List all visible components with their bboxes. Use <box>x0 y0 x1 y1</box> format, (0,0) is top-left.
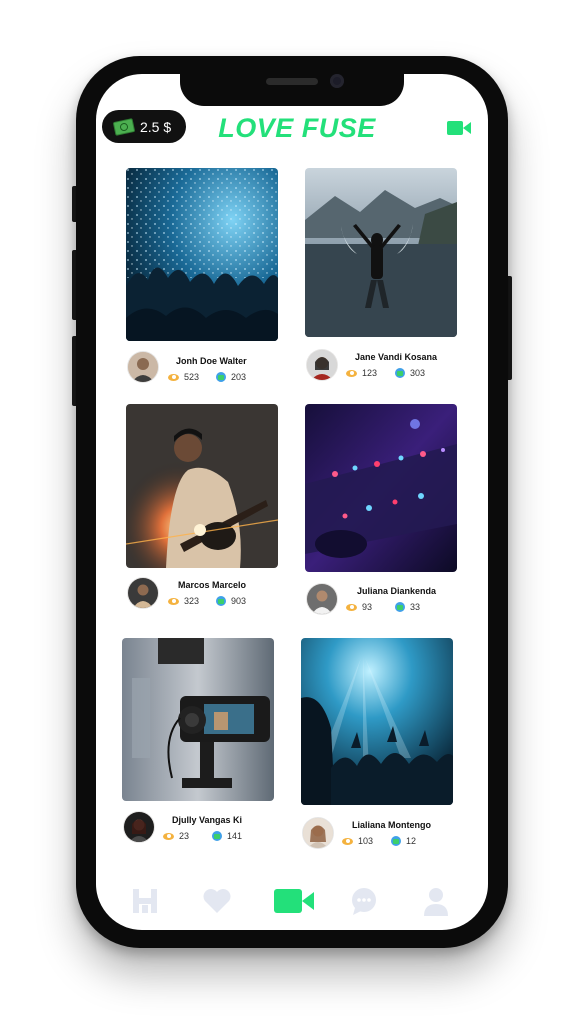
heart-icon <box>203 889 231 913</box>
eye-icon <box>346 603 357 611</box>
nav-messages[interactable] <box>347 884 381 918</box>
views-value: 323 <box>184 596 200 606</box>
views-count: 523 <box>168 372 199 382</box>
eye-icon <box>346 369 357 377</box>
streamer-name: Lialiana Montengo <box>352 820 432 830</box>
views-count: 123 <box>346 368 377 378</box>
streamer-name: Djully Vangas Ki <box>172 815 243 825</box>
stream-card[interactable]: Jonh Doe Walter 523 203 <box>126 168 278 388</box>
gifts-value: 903 <box>231 596 247 606</box>
stream-thumbnail-video-camera[interactable] <box>122 638 274 801</box>
earpiece-speaker <box>266 78 318 85</box>
profile-icon <box>424 888 448 916</box>
gifts-value: 303 <box>410 368 426 378</box>
nav-home[interactable] <box>128 884 162 918</box>
views-count: 323 <box>168 596 199 606</box>
gift-icon <box>216 372 226 382</box>
balance-value: 2.5 $ <box>140 118 172 135</box>
stream-card[interactable]: Djully Vangas Ki 23 141 <box>122 638 274 844</box>
gift-icon <box>391 836 401 846</box>
eye-icon <box>168 373 179 381</box>
avatar[interactable] <box>128 352 158 382</box>
avatar[interactable] <box>307 350 337 380</box>
app-mockup: 2.5 $ LOVE FUSE Jonh Doe Walter 523 203 … <box>0 0 586 1024</box>
stream-card[interactable]: Marcos Marcelo 323 903 <box>126 404 278 614</box>
views-value: 103 <box>358 836 374 846</box>
views-value: 523 <box>184 372 200 382</box>
stream-card[interactable]: Juliana Diankenda 93 33 <box>305 404 457 616</box>
views-value: 23 <box>179 831 190 841</box>
gifts-value: 141 <box>227 831 243 841</box>
chat-icon <box>352 888 376 915</box>
nav-live[interactable] <box>272 884 316 918</box>
streamer-name: Marcos Marcelo <box>178 580 247 590</box>
nav-profile[interactable] <box>419 884 453 918</box>
avatar[interactable] <box>124 812 154 842</box>
app-logo: LOVE FUSE <box>218 112 376 143</box>
stream-thumbnail-lake-splash[interactable] <box>305 168 457 337</box>
stream-thumbnail-guitarist[interactable] <box>126 404 278 568</box>
views-count: 23 <box>163 831 189 841</box>
stream-thumbnail-dj-mixer[interactable] <box>305 404 457 572</box>
go-live-button[interactable] <box>447 120 471 136</box>
video-camera-icon <box>274 889 314 913</box>
stream-card[interactable]: Jane Vandi Kosana 123 303 <box>305 168 457 383</box>
streamer-name: Jonh Doe Walter <box>176 356 247 366</box>
streamer-name: Jane Vandi Kosana <box>355 352 438 362</box>
stream-card[interactable]: Lialiana Montengo 103 12 <box>301 638 453 848</box>
gifts-count: 33 <box>395 602 420 612</box>
eye-icon <box>342 837 353 845</box>
gifts-count: 12 <box>391 836 416 846</box>
views-value: 123 <box>362 368 378 378</box>
gifts-count: 203 <box>216 372 246 382</box>
gifts-count: 141 <box>212 831 242 841</box>
cash-icon <box>112 117 136 136</box>
gifts-count: 303 <box>395 368 425 378</box>
gifts-value: 33 <box>410 602 421 612</box>
streamer-name: Juliana Diankenda <box>357 586 437 596</box>
eye-icon <box>168 597 179 605</box>
views-value: 93 <box>362 602 373 612</box>
nav-likes[interactable] <box>200 884 234 918</box>
views-count: 93 <box>346 602 372 612</box>
video-camera-icon <box>447 121 471 135</box>
gifts-count: 903 <box>216 596 246 606</box>
gifts-value: 12 <box>406 836 417 846</box>
eye-icon <box>163 832 174 840</box>
gift-icon <box>395 368 405 378</box>
avatar[interactable] <box>303 818 333 848</box>
views-count: 103 <box>342 836 373 846</box>
stream-thumbnail-concert-crowd[interactable] <box>126 168 278 341</box>
front-camera <box>330 74 344 88</box>
home-icon <box>133 889 157 913</box>
balance-button[interactable]: 2.5 $ <box>102 110 186 143</box>
gift-icon <box>395 602 405 612</box>
stream-thumbnail-concert-lights[interactable] <box>301 638 453 805</box>
avatar[interactable] <box>128 578 158 608</box>
avatar[interactable] <box>307 584 337 614</box>
gifts-value: 203 <box>231 372 247 382</box>
gift-icon <box>216 596 226 606</box>
gift-icon <box>212 831 222 841</box>
